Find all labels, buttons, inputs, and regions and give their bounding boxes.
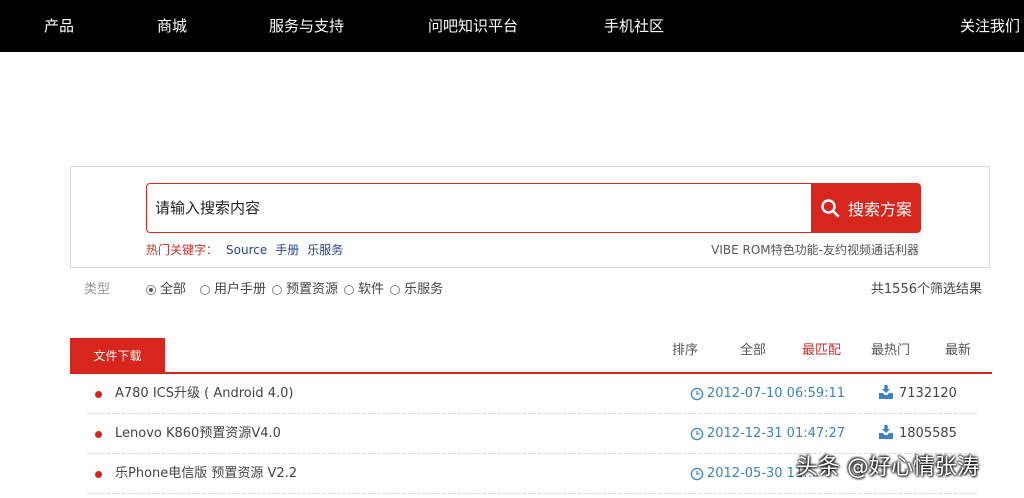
hot-keyword-source[interactable]: Source — [226, 243, 267, 257]
clock-icon — [690, 466, 704, 485]
type-option-label: 软件 — [358, 282, 385, 297]
type-option-label: 全部 — [160, 282, 187, 297]
nav-item-phone-community[interactable]: 手机社区 — [604, 16, 664, 36]
promo-link[interactable]: VIBE ROM特色功能-友约视频通话利器 — [711, 242, 919, 258]
hot-keywords: 热门关键字： Source 手册 乐服务 — [146, 242, 343, 258]
download-count: 1805585 — [899, 426, 957, 441]
file-name-link[interactable]: 乐Phone电信版 预置资源 V2.2 — [115, 465, 297, 483]
search-button[interactable]: 搜索方案 — [811, 183, 921, 233]
hot-keyword-manual[interactable]: 手册 — [275, 243, 299, 257]
sort-label: 排序 — [672, 343, 699, 358]
nav-item-products[interactable]: 产品 — [44, 16, 74, 36]
file-date: 2012-07-10 06:59:11 — [707, 386, 846, 401]
file-name-link[interactable]: A780 ICS升级 ( Android 4.0) — [115, 385, 293, 403]
type-option-all[interactable]: 全部 — [146, 281, 186, 299]
file-date: 2012-12-31 01:47:27 — [707, 426, 846, 441]
type-option-preset-resources[interactable]: 预置资源 — [272, 281, 338, 299]
type-option-le-service[interactable]: 乐服务 — [390, 281, 443, 299]
type-option-user-manual[interactable]: 用户手册 — [200, 281, 266, 299]
download-count: 7132120 — [899, 386, 957, 401]
download-icon[interactable] — [878, 384, 894, 404]
nav-item-service-support[interactable]: 服务与支持 — [269, 16, 344, 36]
radio-icon — [390, 285, 401, 295]
type-option-label: 用户手册 — [214, 282, 267, 297]
sort-most-popular[interactable]: 最热门 — [871, 342, 910, 360]
clock-icon — [690, 386, 704, 405]
file-row: Lenovo K860预置资源V4.0 2012-12-31 01:47:27 … — [87, 414, 977, 454]
file-name-link[interactable]: Lenovo K860预置资源V4.0 — [115, 425, 281, 443]
radio-selected-icon — [146, 285, 156, 295]
sort-all[interactable]: 全部 — [740, 342, 766, 360]
type-radio-group: 全部 用户手册 预置资源 软件 乐服务 — [146, 281, 449, 299]
nav-item-follow-us[interactable]: 关注我们 — [960, 16, 1020, 36]
bullet-icon — [95, 471, 102, 478]
bullet-icon — [95, 391, 102, 398]
top-nav-bar: 产品 商城 服务与支持 问吧知识平台 手机社区 关注我们 — [0, 0, 1024, 52]
file-row: A780 ICS升级 ( Android 4.0) 2012-07-10 06:… — [87, 374, 977, 414]
type-label: 类型 — [84, 282, 111, 297]
search-panel: 搜索方案 热门关键字： Source 手册乐服务 VIBE ROM特色功能-友约视频… — [70, 166, 990, 268]
bullet-icon — [95, 431, 102, 438]
watermark: 头条 @好心情张涛 — [796, 455, 979, 480]
type-option-software[interactable]: 软件 — [344, 281, 384, 299]
type-option-label: 乐服务 — [404, 282, 444, 297]
clock-icon — [690, 426, 704, 445]
radio-icon — [344, 285, 355, 295]
radio-icon — [272, 285, 283, 295]
hot-keywords-label: 热门关键字： — [146, 243, 219, 257]
search-button-label: 搜索方案 — [847, 200, 912, 219]
download-icon[interactable] — [878, 424, 894, 444]
result-count: 共1556个筛选结果 — [870, 282, 982, 297]
type-option-label: 预置资源 — [286, 282, 339, 297]
sort-best-match[interactable]: 最匹配 — [802, 342, 841, 360]
type-filter: 类型 全部 用户手册 预置资源 软件 乐服务 共1556个筛选结果 — [84, 281, 984, 299]
search-icon — [820, 198, 840, 218]
search-input[interactable] — [146, 183, 811, 233]
radio-icon — [200, 285, 211, 295]
tab-file-download[interactable]: 文件下载 — [70, 338, 165, 373]
sort-newest[interactable]: 最新 — [945, 342, 971, 360]
hot-keyword-service[interactable]: 乐服务 — [307, 243, 343, 257]
nav-item-knowledge-platform[interactable]: 问吧知识平台 — [428, 16, 518, 36]
nav-item-store[interactable]: 商城 — [157, 16, 187, 36]
